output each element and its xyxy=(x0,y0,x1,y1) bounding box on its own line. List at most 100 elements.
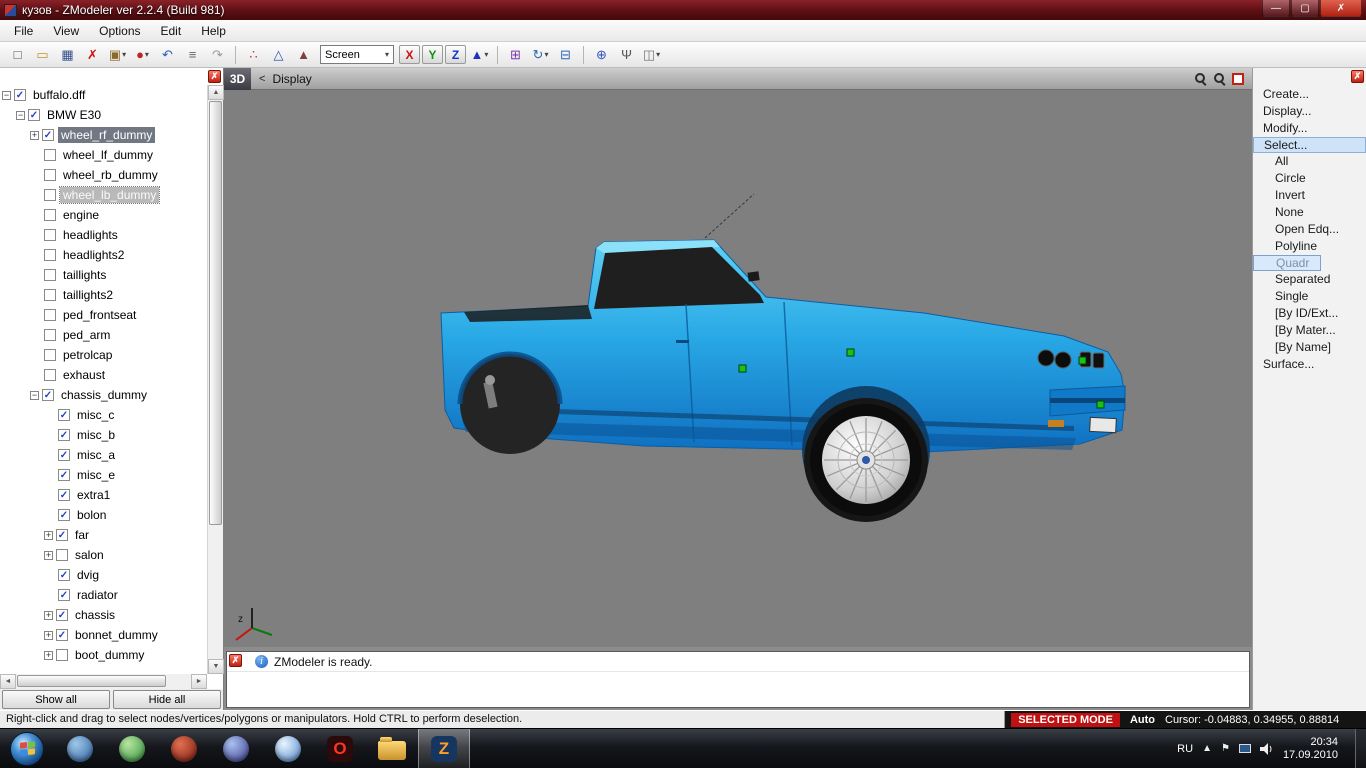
tree-checkbox[interactable] xyxy=(44,189,56,201)
tree-item-bolon[interactable]: ✓ bolon xyxy=(0,505,207,525)
close-button[interactable]: ✗ xyxy=(1320,0,1362,17)
tree-item-wheel-rb-dummy[interactable]: wheel_rb_dummy xyxy=(0,165,207,185)
command-polyline[interactable]: Polyline xyxy=(1253,238,1366,255)
view-mode-button[interactable]: 3D xyxy=(224,67,251,90)
menu-file[interactable]: File xyxy=(4,21,43,41)
tree-checkbox[interactable]: ✓ xyxy=(58,489,70,501)
tree-checkbox[interactable] xyxy=(44,169,56,181)
command-modify[interactable]: Modify... xyxy=(1253,120,1366,137)
language-indicator[interactable]: RU xyxy=(1177,743,1193,755)
tree-checkbox[interactable]: ✓ xyxy=(58,469,70,481)
tree-checkbox[interactable] xyxy=(44,349,56,361)
tree-panel-close-icon[interactable]: ✗ xyxy=(208,70,221,83)
tree-item-radiator[interactable]: ✓ radiator xyxy=(0,585,207,605)
bones-icon[interactable]: Ψ xyxy=(615,44,638,65)
taskbar-app-messenger[interactable] xyxy=(210,729,262,768)
material-editor-icon[interactable]: ● ▾ xyxy=(131,44,154,65)
command-by-id-ext[interactable]: [By ID/Ext... xyxy=(1253,305,1366,322)
tree-checkbox[interactable] xyxy=(56,649,68,661)
tree-checkbox[interactable] xyxy=(44,289,56,301)
tree-item-misc-a[interactable]: ✓ misc_a xyxy=(0,445,207,465)
command-display[interactable]: Display... xyxy=(1253,103,1366,120)
command-single[interactable]: Single xyxy=(1253,288,1366,305)
breadcrumb-back-icon[interactable]: < xyxy=(259,73,265,85)
tree-item-engine[interactable]: engine xyxy=(0,205,207,225)
tree-item-petrolcap[interactable]: petrolcap xyxy=(0,345,207,365)
redo-icon[interactable]: ↷ xyxy=(206,44,229,65)
command-surface[interactable]: Surface... xyxy=(1253,356,1366,373)
manip-scale-icon[interactable]: ⊟ xyxy=(554,44,577,65)
tree-vertical-scrollbar[interactable]: ▲ ▼ xyxy=(207,85,224,674)
scrollbar-thumb[interactable] xyxy=(17,675,166,687)
command-open-edq[interactable]: Open Edq... xyxy=(1253,221,1366,238)
taskbar-app-opera[interactable]: O xyxy=(314,729,366,768)
tree-item-misc-b[interactable]: ✓ misc_b xyxy=(0,425,207,445)
tree-checkbox[interactable] xyxy=(44,309,56,321)
tree-item-boot-dummy[interactable]: + boot_dummy xyxy=(0,645,207,665)
breadcrumb[interactable]: Display xyxy=(272,72,311,86)
axis-y-toggle[interactable]: Y xyxy=(422,45,443,64)
command-by-mater[interactable]: [By Mater... xyxy=(1253,322,1366,339)
scroll-right-icon[interactable]: ► xyxy=(191,674,207,689)
tree-item-chassis[interactable]: + ✓ chassis xyxy=(0,605,207,625)
taskbar-app-browser-1[interactable] xyxy=(54,729,106,768)
tree-item-taillights2[interactable]: taillights2 xyxy=(0,285,207,305)
menu-help[interactable]: Help xyxy=(191,21,236,41)
tree-expander-icon[interactable]: + xyxy=(44,610,53,620)
tree-item-bonnet-dummy[interactable]: + ✓ bonnet_dummy xyxy=(0,625,207,645)
command-all[interactable]: All xyxy=(1253,153,1366,170)
command-by-name[interactable]: [By Name] xyxy=(1253,339,1366,356)
tree-checkbox[interactable] xyxy=(44,269,56,281)
tree-checkbox[interactable]: ✓ xyxy=(56,609,68,621)
tree-item-ped-frontseat[interactable]: ped_frontseat xyxy=(0,305,207,325)
zoom-icon[interactable] xyxy=(1194,72,1207,85)
hide-all-button[interactable]: Hide all xyxy=(113,690,221,709)
taskbar-app-zmodeler[interactable]: Z xyxy=(418,728,470,768)
undo-icon[interactable]: ↶ xyxy=(156,44,179,65)
tree-checkbox[interactable] xyxy=(56,549,68,561)
taskbar-app-explorer[interactable] xyxy=(366,729,418,768)
tree-checkbox[interactable] xyxy=(44,229,56,241)
network-icon[interactable] xyxy=(1238,744,1251,753)
tree-item-headlights[interactable]: headlights xyxy=(0,225,207,245)
select-vertices-icon[interactable]: ∴ xyxy=(242,44,265,65)
maximize-viewport-icon[interactable] xyxy=(1232,72,1244,85)
axis-z-toggle[interactable]: Z xyxy=(445,45,466,64)
tree-checkbox[interactable] xyxy=(44,249,56,261)
tree-item-wheel-lf-dummy[interactable]: wheel_lf_dummy xyxy=(0,145,207,165)
taskbar-app-qip[interactable] xyxy=(262,729,314,768)
tree-item-misc-e[interactable]: ✓ misc_e xyxy=(0,465,207,485)
tree-checkbox[interactable]: ✓ xyxy=(42,129,54,141)
taskbar-app-media[interactable] xyxy=(158,729,210,768)
tree-item-dvig[interactable]: ✓ dvig xyxy=(0,565,207,585)
screen-mode-select[interactable]: Screen ▾ xyxy=(320,45,394,64)
tree-checkbox[interactable]: ✓ xyxy=(56,629,68,641)
tree-expander-icon[interactable]: + xyxy=(44,650,53,660)
command-select[interactable]: Select... xyxy=(1253,137,1366,153)
import-export-icon[interactable]: ▣ ▾ xyxy=(106,44,129,65)
minimize-button[interactable]: — xyxy=(1262,0,1290,17)
action-center-icon[interactable]: ⚑ xyxy=(1221,743,1230,754)
tree-checkbox[interactable]: ✓ xyxy=(14,89,26,101)
tree-item-bmw-e30[interactable]: − ✓ BMW E30 xyxy=(0,105,207,125)
tree-checkbox[interactable]: ✓ xyxy=(58,429,70,441)
show-desktop-button[interactable] xyxy=(1355,728,1366,768)
tree-checkbox[interactable]: ✓ xyxy=(58,589,70,601)
scroll-up-icon[interactable]: ▲ xyxy=(208,85,224,100)
show-all-button[interactable]: Show all xyxy=(2,690,110,709)
menu-view[interactable]: View xyxy=(43,21,89,41)
manip-rotate-icon[interactable]: ↻ ▾ xyxy=(529,44,552,65)
mirror-icon[interactable]: ◫ ▾ xyxy=(640,44,663,65)
tree-item-chassis-dummy[interactable]: − ✓ chassis_dummy xyxy=(0,385,207,405)
tree-checkbox[interactable]: ✓ xyxy=(58,449,70,461)
tree-expander-icon[interactable]: + xyxy=(30,130,39,140)
tree-horizontal-scrollbar[interactable]: ◄ ► xyxy=(0,674,207,689)
tree-expander-icon[interactable]: − xyxy=(16,110,25,120)
volume-icon[interactable] xyxy=(1259,742,1274,755)
tree-item-buffalo-dff[interactable]: − ✓ buffalo.dff xyxy=(0,85,207,105)
tree-item-far[interactable]: + ✓ far xyxy=(0,525,207,545)
tree-checkbox[interactable]: ✓ xyxy=(28,109,40,121)
start-button[interactable] xyxy=(10,731,44,766)
command-separated[interactable]: Separated xyxy=(1253,271,1366,288)
select-polygons-icon[interactable]: ▲ xyxy=(292,44,315,65)
